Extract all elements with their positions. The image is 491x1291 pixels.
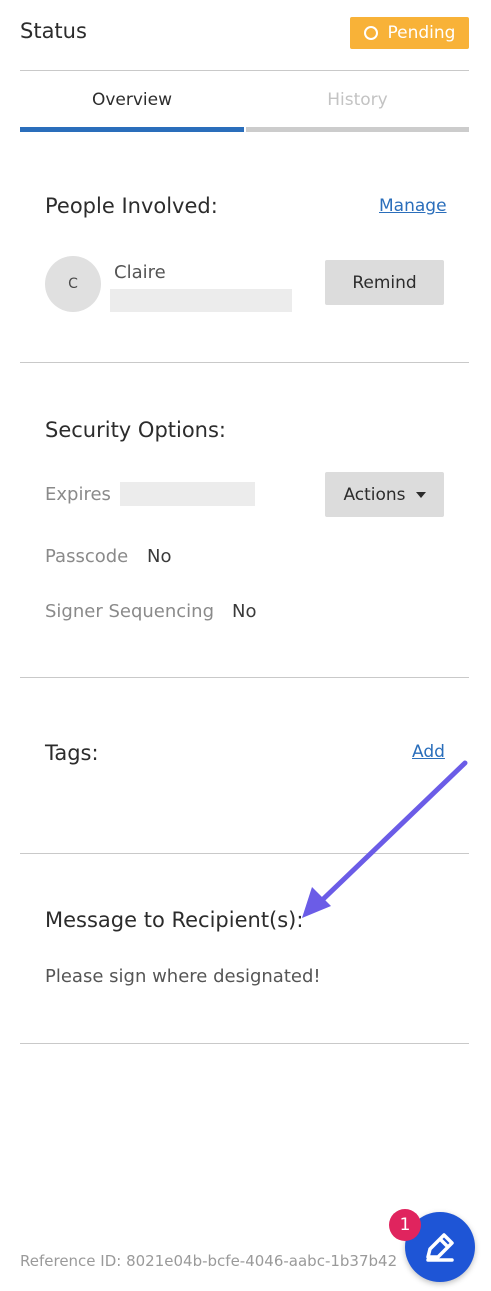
caret-down-icon — [415, 491, 426, 498]
people-involved-title: People Involved: — [45, 194, 218, 218]
divider — [20, 853, 469, 854]
manage-link[interactable]: Manage — [379, 196, 447, 216]
tab-history[interactable]: History — [246, 72, 469, 132]
message-text: Please sign where designated! — [45, 966, 321, 987]
notification-badge: 1 — [389, 1209, 421, 1241]
divider — [20, 70, 469, 71]
edit-pencil-icon — [426, 1233, 454, 1262]
divider — [20, 362, 469, 363]
signer-sequencing-label: Signer Sequencing — [45, 601, 215, 622]
status-panel: Status Pending Overview History People I… — [0, 0, 491, 1291]
page-title: Status — [20, 19, 87, 43]
signer-sequencing-value: No — [232, 601, 257, 622]
actions-button-label: Actions — [343, 484, 406, 505]
passcode-value: No — [147, 546, 172, 567]
expires-label: Expires — [45, 484, 111, 505]
message-title: Message to Recipient(s): — [45, 908, 304, 932]
redacted-email — [110, 289, 292, 312]
security-options-title: Security Options: — [45, 418, 227, 442]
remind-button[interactable]: Remind — [325, 260, 444, 305]
add-tag-link[interactable]: Add — [412, 742, 445, 762]
tab-overview[interactable]: Overview — [20, 72, 244, 132]
status-badge: Pending — [350, 17, 469, 49]
redacted-expiry-date — [120, 482, 255, 506]
reference-id: Reference ID: 8021e04b-bcfe-4046-aabc-1b… — [20, 1252, 398, 1270]
tags-title: Tags: — [45, 741, 99, 765]
passcode-label: Passcode — [45, 546, 129, 567]
actions-dropdown-button[interactable]: Actions — [325, 472, 444, 517]
person-name: Claire — [114, 262, 166, 283]
status-badge-label: Pending — [387, 23, 456, 43]
pending-ring-icon — [363, 26, 378, 40]
avatar: C — [45, 256, 101, 312]
divider — [20, 677, 469, 678]
divider — [20, 1043, 469, 1044]
